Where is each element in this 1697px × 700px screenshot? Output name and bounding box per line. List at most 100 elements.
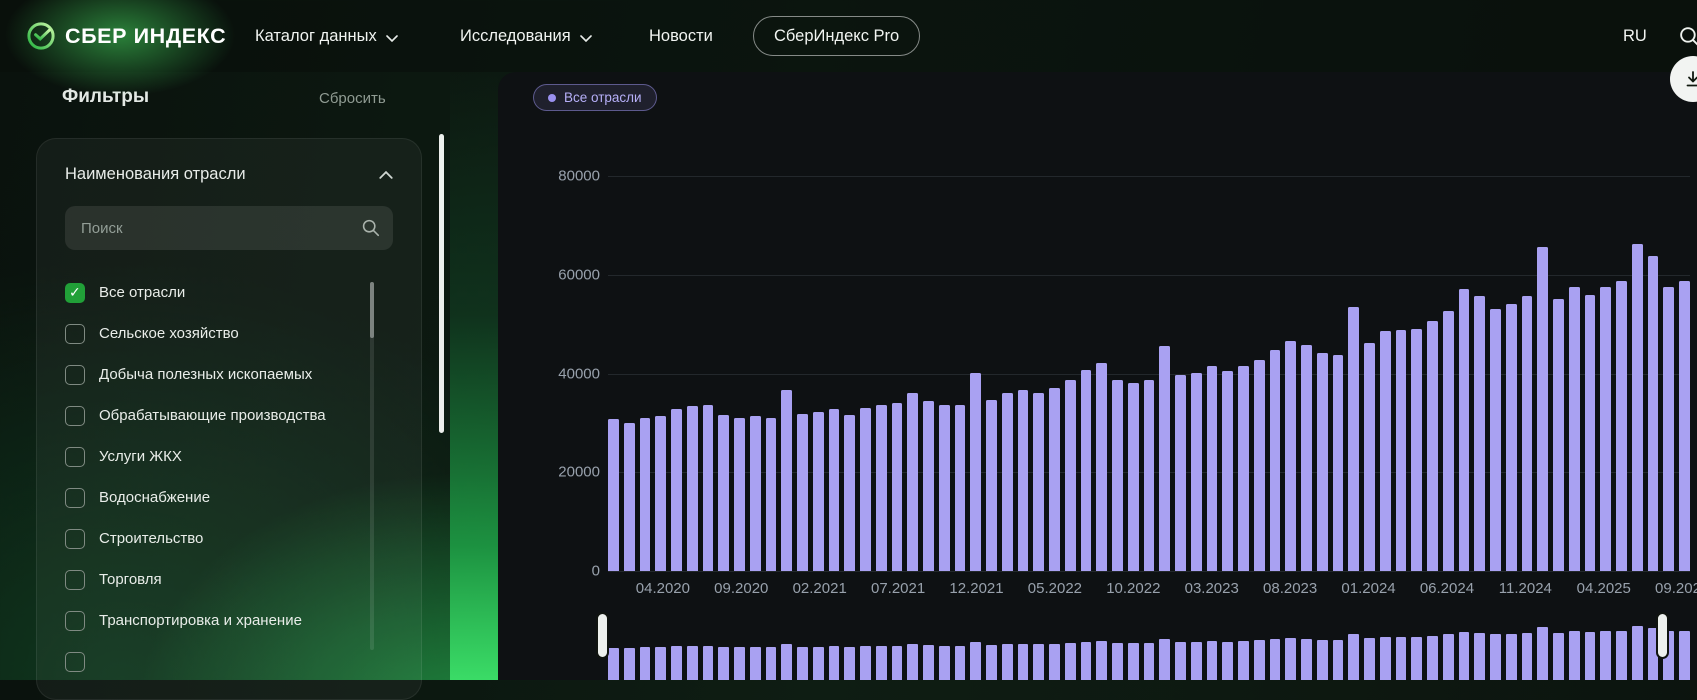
bar[interactable] [1600, 287, 1611, 571]
bar[interactable] [608, 419, 619, 571]
bar[interactable] [1333, 355, 1344, 571]
industry-checkbox[interactable] [65, 406, 85, 426]
industry-checkbox[interactable] [65, 529, 85, 549]
bar[interactable] [892, 403, 903, 571]
bar[interactable] [671, 409, 682, 571]
bar[interactable] [1459, 289, 1470, 571]
bar[interactable] [1522, 296, 1533, 571]
bar[interactable] [1175, 375, 1186, 571]
bar[interactable] [1585, 295, 1596, 571]
nav-item-news[interactable]: Новости [649, 0, 713, 72]
bar[interactable] [1663, 287, 1674, 571]
industry-row[interactable]: Добыча полезных ископаемых [65, 354, 393, 395]
bar[interactable] [1112, 380, 1123, 571]
bar[interactable] [970, 373, 981, 571]
chevron-up-icon[interactable] [379, 166, 393, 184]
bar[interactable] [1317, 353, 1328, 571]
bar[interactable] [655, 416, 666, 571]
bar[interactable] [1679, 281, 1690, 571]
sidebar-scrollbar-thumb[interactable] [439, 134, 444, 433]
search-icon[interactable] [361, 218, 380, 242]
industry-row-partial[interactable] [65, 641, 393, 682]
industry-row[interactable]: Обрабатывающие производства [65, 395, 393, 436]
industry-row[interactable]: Водоснабжение [65, 477, 393, 518]
bar[interactable] [1396, 330, 1407, 571]
nav-item-research[interactable]: Исследования [460, 0, 592, 72]
bar[interactable] [1301, 345, 1312, 571]
bar[interactable] [1002, 393, 1013, 571]
legend-chip[interactable]: Все отрасли [533, 84, 657, 111]
bar[interactable] [734, 418, 745, 571]
brush-handle-left[interactable] [596, 612, 609, 659]
bar[interactable] [1207, 366, 1218, 571]
bar[interactable] [1427, 321, 1438, 571]
nav-item-sberindex-pro[interactable]: СберИндекс Pro [753, 16, 920, 56]
industry-checkbox[interactable] [65, 570, 85, 590]
bar[interactable] [1443, 311, 1454, 571]
bar[interactable] [1065, 380, 1076, 571]
industry-row[interactable]: Транспортировка и хранение [65, 600, 393, 641]
bar[interactable] [860, 408, 871, 571]
industry-accordion-header[interactable]: Наименования отрасли [65, 165, 393, 184]
industry-search-input[interactable] [65, 206, 393, 250]
bar[interactable] [1081, 370, 1092, 571]
bar[interactable] [1159, 346, 1170, 571]
list-scrollbar-thumb[interactable] [370, 282, 374, 338]
bar[interactable] [1411, 329, 1422, 571]
brush-handle-right[interactable] [1656, 612, 1669, 659]
industry-checkbox[interactable] [65, 324, 85, 344]
industry-row[interactable]: Услуги ЖКХ [65, 436, 393, 477]
range-brush-chart[interactable] [608, 617, 1690, 680]
bar[interactable] [813, 412, 824, 571]
bar[interactable] [766, 418, 777, 571]
logo[interactable]: СБЕР ИНДЕКС [26, 0, 226, 72]
industry-checkbox[interactable] [65, 447, 85, 467]
bar[interactable] [718, 415, 729, 571]
bar[interactable] [829, 409, 840, 571]
bar[interactable] [750, 416, 761, 571]
bar[interactable] [939, 405, 950, 571]
bar[interactable] [1096, 363, 1107, 571]
industry-checkbox[interactable] [65, 611, 85, 631]
bar[interactable] [1128, 383, 1139, 571]
list-scrollbar-track[interactable] [370, 282, 374, 650]
reset-filters-button[interactable]: Сбросить [319, 90, 386, 107]
industry-row[interactable]: Сельское хозяйство [65, 313, 393, 354]
bar[interactable] [1569, 287, 1580, 571]
bar[interactable] [923, 401, 934, 571]
bar[interactable] [876, 405, 887, 571]
bar[interactable] [1270, 350, 1281, 571]
bar[interactable] [624, 423, 635, 571]
industry-row[interactable]: Строительство [65, 518, 393, 559]
bar[interactable] [781, 390, 792, 571]
bar[interactable] [1222, 371, 1233, 571]
bar[interactable] [1348, 307, 1359, 571]
bar[interactable] [955, 405, 966, 571]
bar[interactable] [1648, 256, 1659, 571]
language-switcher[interactable]: RU [1623, 0, 1647, 72]
industry-checkbox[interactable] [65, 488, 85, 508]
bar[interactable] [1018, 390, 1029, 571]
bar[interactable] [1285, 341, 1296, 571]
bar[interactable] [907, 393, 918, 571]
industry-checkbox[interactable] [65, 652, 85, 672]
bar[interactable] [1632, 244, 1643, 571]
bar[interactable] [1506, 304, 1517, 571]
industry-checkbox[interactable] [65, 283, 85, 303]
bar[interactable] [1191, 373, 1202, 571]
industry-row[interactable]: Все отрасли [65, 272, 393, 313]
nav-item-catalog[interactable]: Каталог данных [255, 0, 398, 72]
bar[interactable] [1553, 299, 1564, 571]
industry-checkbox[interactable] [65, 365, 85, 385]
bar[interactable] [1238, 366, 1249, 571]
bar[interactable] [1364, 343, 1375, 571]
bar[interactable] [1616, 281, 1627, 571]
bar[interactable] [1049, 388, 1060, 571]
bar[interactable] [844, 415, 855, 571]
bar[interactable] [797, 414, 808, 572]
bar[interactable] [1537, 247, 1548, 571]
bar[interactable] [1474, 296, 1485, 571]
bar[interactable] [986, 400, 997, 571]
bar[interactable] [687, 406, 698, 571]
bar[interactable] [1033, 393, 1044, 571]
